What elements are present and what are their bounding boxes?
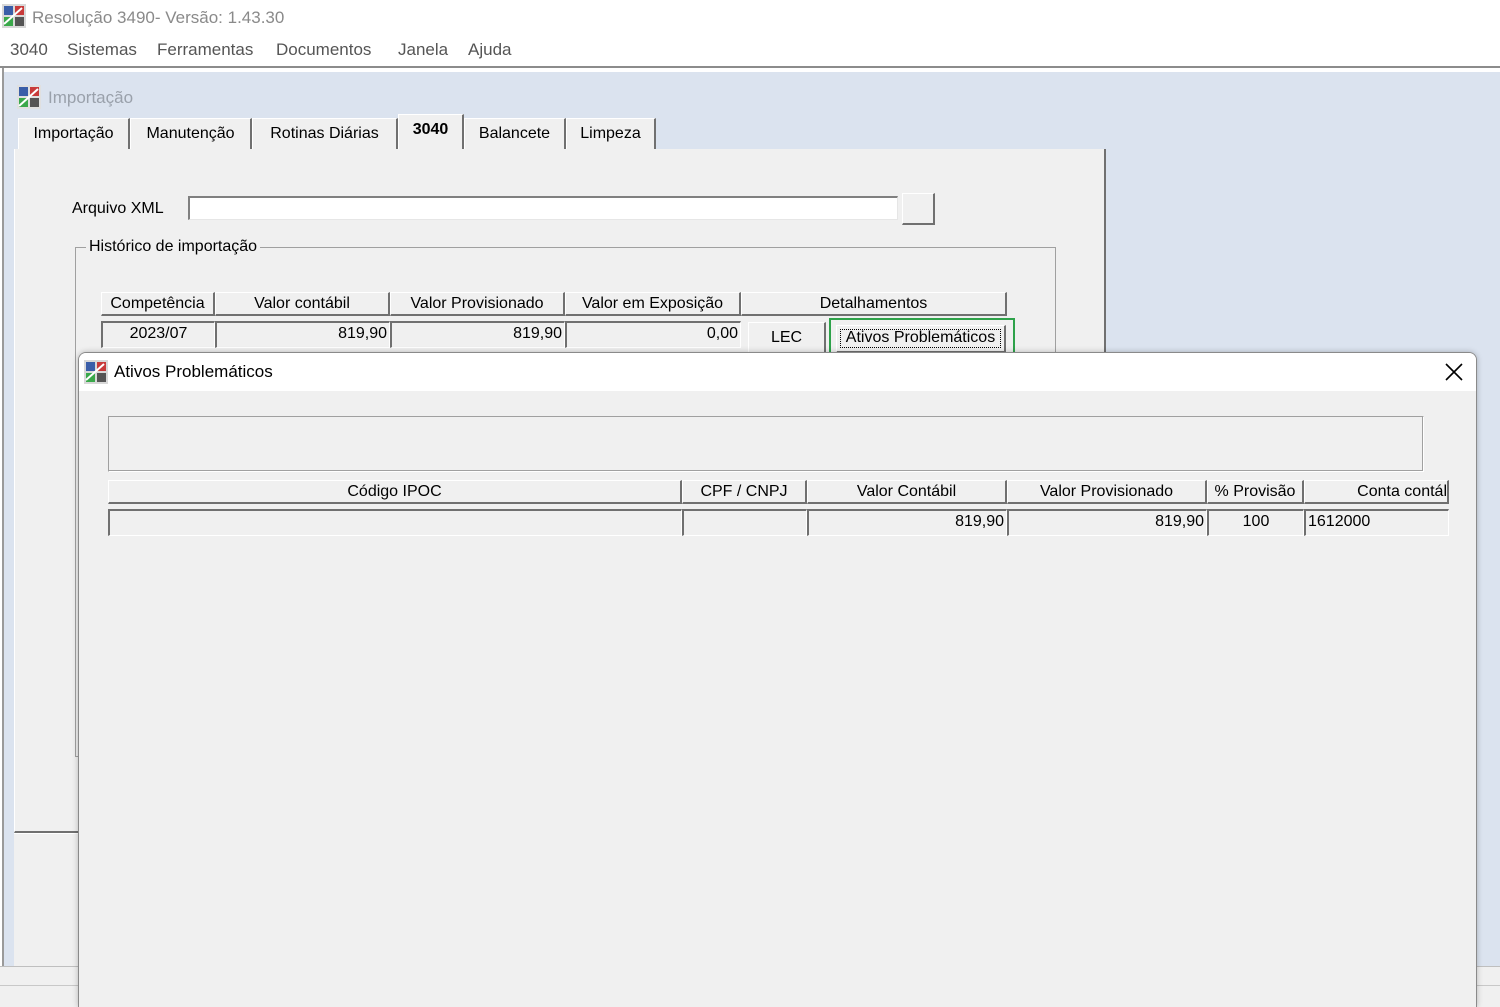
column-header-valor-contabil[interactable]: Valor Contábil xyxy=(807,480,1007,504)
lec-button[interactable]: LEC xyxy=(748,322,826,354)
menu-3040[interactable]: 3040 xyxy=(10,40,48,60)
dialog-icon xyxy=(84,360,108,384)
child-window-icon xyxy=(16,84,42,110)
xml-file-label: Arquivo XML xyxy=(72,200,164,217)
column-header-provisao[interactable]: % Provisão xyxy=(1207,480,1304,504)
cell-valor-exposicao: 0,00 xyxy=(565,321,741,348)
close-button[interactable] xyxy=(1430,353,1476,391)
menu-janela[interactable]: Janela xyxy=(398,40,448,60)
import-history-title: Histórico de importação xyxy=(86,238,261,256)
cell-cpf-cnpj xyxy=(682,509,807,536)
app-title-bar: Resolução 3490- Versão: 1.43.30 xyxy=(0,0,1500,36)
app-title: Resolução 3490- Versão: 1.43.30 xyxy=(32,8,285,27)
close-icon xyxy=(1445,363,1463,381)
column-header-competencia[interactable]: Competência xyxy=(101,292,215,316)
column-header-valor-exposicao[interactable]: Valor em Exposição xyxy=(565,292,741,316)
cell-valor-contabil: 819,90 xyxy=(807,509,1007,536)
tab-manutencao[interactable]: Manutenção xyxy=(130,118,252,150)
dialog-title: Ativos Problemáticos xyxy=(114,362,273,381)
cell-conta-contabil: 1612000 xyxy=(1304,509,1449,536)
cell-competencia: 2023/07 xyxy=(101,321,215,348)
column-header-valor-provisionado[interactable]: Valor Provisionado xyxy=(390,292,565,316)
column-header-cpf-cnpj[interactable]: CPF / CNPJ xyxy=(682,480,807,504)
column-header-codigo-ipoc[interactable]: Código IPOC xyxy=(108,480,682,504)
cell-codigo-ipoc xyxy=(108,509,682,536)
menu-sistemas[interactable]: Sistemas xyxy=(67,40,137,60)
menu-documentos[interactable]: Documentos xyxy=(276,40,371,60)
browse-button[interactable] xyxy=(902,193,935,225)
column-header-conta-contabil[interactable]: Conta contál xyxy=(1304,480,1449,504)
cell-provisao: 100 xyxy=(1207,509,1304,536)
menu-ferramentas[interactable]: Ferramentas xyxy=(157,40,253,60)
tab-importacao[interactable]: Importação xyxy=(18,118,130,150)
menu-ajuda[interactable]: Ajuda xyxy=(468,40,511,60)
tab-balancete[interactable]: Balancete xyxy=(464,118,566,150)
cell-valor-contabil: 819,90 xyxy=(215,321,390,348)
app-icon xyxy=(2,4,26,28)
menu-bar: 3040 Sistemas Ferramentas Documentos Jan… xyxy=(0,36,1500,64)
dialog-filter-panel xyxy=(108,416,1424,472)
tab-rotinas-diarias[interactable]: Rotinas Diárias xyxy=(252,118,398,150)
dialog-title-bar: Ativos Problemáticos xyxy=(79,353,1476,391)
column-header-valor-provisionado[interactable]: Valor Provisionado xyxy=(1007,480,1207,504)
ativos-problematicos-dialog: Ativos Problemáticos Código IPOC CPF / C… xyxy=(78,352,1477,1007)
column-header-valor-contabil[interactable]: Valor contábil xyxy=(215,292,390,316)
xml-file-input[interactable] xyxy=(188,196,898,220)
child-window-title: Importação xyxy=(48,88,134,107)
tab-limpeza[interactable]: Limpeza xyxy=(566,118,656,150)
tab-3040[interactable]: 3040 xyxy=(398,114,464,150)
column-header-detalhamentos[interactable]: Detalhamentos xyxy=(741,292,1007,316)
cell-valor-provisionado: 819,90 xyxy=(390,321,565,348)
mdi-border xyxy=(2,68,4,968)
cell-valor-provisionado: 819,90 xyxy=(1007,509,1207,536)
